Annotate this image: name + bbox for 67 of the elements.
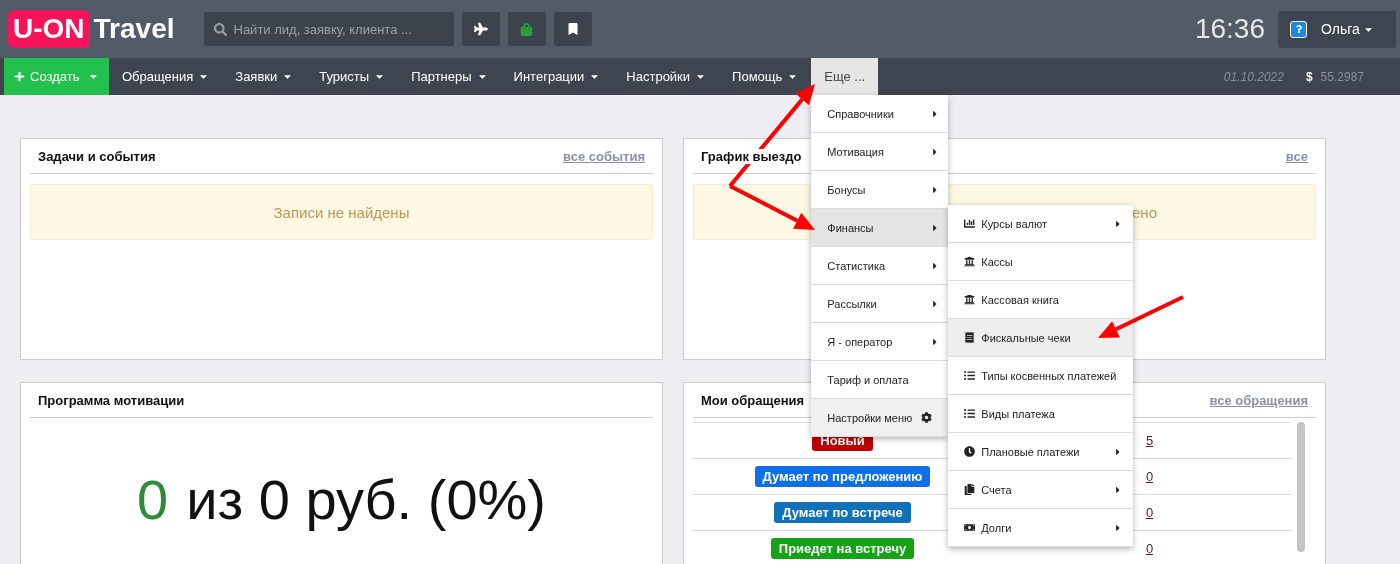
submenu-item[interactable]: Типы косвенных платежей — [948, 357, 1134, 395]
count-link[interactable]: 0 — [1145, 541, 1154, 556]
menu-item[interactable]: Справочники — [811, 95, 949, 133]
menu-item[interactable]: Статистика — [811, 247, 949, 285]
plane-icon — [473, 22, 488, 36]
search-field[interactable]: Найти лид, заявку, клиента ... — [203, 12, 454, 46]
user-menu-button[interactable]: Ольга — [1278, 10, 1396, 48]
chart-icon — [964, 218, 976, 229]
bag-icon — [520, 22, 533, 36]
nav-menu-item[interactable]: Туристы — [306, 58, 399, 95]
submenu-item[interactable]: Виды платежа — [948, 395, 1134, 433]
panel-title: Мои обращения — [701, 392, 805, 408]
bank-icon — [964, 256, 976, 267]
submenu-item[interactable]: Кассовая книга — [948, 281, 1134, 319]
submenu-item[interactable]: Долги — [948, 509, 1134, 547]
submenu-item[interactable]: Курсы валют — [948, 205, 1134, 243]
submenu-item[interactable]: Счета — [948, 471, 1134, 509]
scrollbar[interactable] — [1297, 422, 1305, 552]
logo-badge: U-ON — [8, 10, 90, 48]
plus-icon — [14, 71, 25, 82]
empty-message: Записи не найдены — [30, 184, 653, 240]
menu-item[interactable]: Финансы — [811, 209, 949, 247]
search-icon — [213, 23, 227, 36]
submenu-item[interactable]: Кассы — [948, 243, 1134, 281]
menu-item[interactable]: Я - оператор — [811, 323, 949, 361]
nav-menu-item[interactable]: Помощь — [719, 58, 812, 95]
bookmark-button[interactable] — [553, 12, 592, 46]
count-link[interactable]: 5 — [1145, 433, 1154, 448]
submenu-item[interactable]: Плановые платежи — [948, 433, 1134, 471]
nav-menu-item[interactable]: Еще ... — [811, 58, 879, 95]
motivation-amount: 0 — [137, 468, 169, 532]
settings-icon — [921, 412, 933, 423]
status-badge: Приедет на встречу — [770, 538, 915, 559]
nav-menu-item[interactable]: Партнеры — [398, 58, 501, 95]
panel-title: График выездо — [701, 148, 802, 164]
logo-text: Travel — [93, 13, 175, 45]
submenu-item[interactable]: Фискальные чеки — [948, 319, 1134, 357]
list-icon — [964, 370, 976, 381]
bookmark-icon — [566, 23, 579, 35]
nav-menu-item[interactable]: Обращения — [109, 58, 223, 95]
banknote-icon — [964, 522, 976, 533]
nav-menu-item[interactable]: Заявки — [222, 58, 307, 95]
menu-item[interactable]: Бонусы — [811, 171, 949, 209]
nav-menu-item[interactable]: Настройки — [613, 58, 720, 95]
motivation-total: из 0 руб. (0%) — [186, 468, 546, 532]
current-date: 01.10.2022 — [1223, 69, 1284, 84]
panel-title: Задачи и события — [38, 148, 156, 164]
menu-item[interactable]: Настройки меню — [811, 399, 949, 437]
menu-item[interactable]: Мотивация — [811, 133, 949, 171]
receipt-icon — [964, 332, 976, 343]
list-icon — [964, 408, 976, 419]
bank-icon — [964, 294, 976, 305]
clock-icon — [964, 446, 976, 457]
menu-item[interactable]: Рассылки — [811, 285, 949, 323]
help-icon — [1290, 20, 1307, 38]
clock-time: 16:36 — [1194, 13, 1265, 45]
bag-button[interactable] — [507, 12, 546, 46]
count-link[interactable]: 0 — [1145, 469, 1154, 484]
nav-menu-item[interactable]: Интеграции — [500, 58, 614, 95]
currency-rate: 55.2987 — [1320, 69, 1364, 84]
status-badge: Думает по предложению — [754, 466, 931, 487]
currency-symbol: $ — [1305, 69, 1313, 84]
status-badge: Думает по встрече — [774, 502, 911, 523]
copy-icon — [964, 484, 976, 495]
menu-item[interactable]: Тариф и оплата — [811, 361, 949, 399]
plane-button[interactable] — [461, 12, 500, 46]
count-link[interactable]: 0 — [1145, 505, 1154, 520]
